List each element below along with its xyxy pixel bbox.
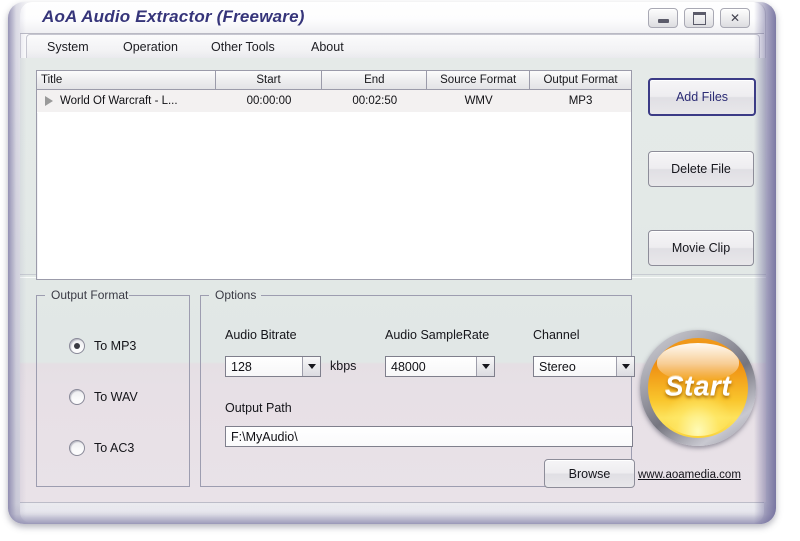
file-list-header: Title Start End Source Format Output For…: [37, 71, 631, 90]
output-path-label: Output Path: [225, 401, 292, 415]
radio-label-mp3: To MP3: [94, 339, 136, 353]
start-button-label: Start: [640, 371, 756, 403]
radio-to-wav[interactable]: To WAV: [69, 389, 138, 405]
file-list[interactable]: Title Start End Source Format Output For…: [36, 70, 632, 280]
browse-button[interactable]: Browse: [544, 459, 635, 488]
output-format-legend: Output Format: [46, 288, 133, 302]
audio-bitrate-select[interactable]: 128: [225, 356, 321, 377]
radio-to-ac3[interactable]: To AC3: [69, 440, 134, 456]
radio-label-ac3: To AC3: [94, 441, 134, 455]
column-header-start[interactable]: Start: [216, 71, 323, 90]
audio-samplerate-label: Audio SampleRate: [385, 328, 489, 342]
minimize-button[interactable]: [648, 8, 678, 28]
cell-title: World Of Warcraft - L...: [60, 95, 178, 107]
channel-select[interactable]: Stereo: [533, 356, 635, 377]
channel-label: Channel: [533, 328, 580, 342]
add-files-button[interactable]: Add Files: [648, 78, 756, 116]
cell-output-format: MP3: [530, 95, 631, 107]
column-header-title[interactable]: Title: [37, 71, 216, 90]
cell-start: 00:00:00: [216, 95, 323, 107]
audio-samplerate-value: 48000: [386, 357, 476, 376]
client-area: Title Start End Source Format Output For…: [20, 58, 766, 502]
table-row[interactable]: World Of Warcraft - L... 00:00:00 00:02:…: [37, 90, 631, 113]
close-icon: ✕: [730, 12, 740, 24]
minimize-icon: [658, 19, 669, 23]
title-bar[interactable]: AoA Audio Extractor (Freeware) ✕: [20, 2, 764, 34]
audio-bitrate-label: Audio Bitrate: [225, 328, 297, 342]
radio-icon-wav: [69, 389, 85, 405]
chevron-down-icon-samplerate[interactable]: [476, 357, 494, 376]
maximize-icon: [693, 12, 706, 25]
menu-item-about[interactable]: About: [305, 38, 350, 56]
audio-samplerate-select[interactable]: 48000: [385, 356, 495, 377]
menu-bar: System Operation Other Tools About: [26, 34, 760, 60]
radio-to-mp3[interactable]: To MP3: [69, 338, 136, 354]
close-button[interactable]: ✕: [720, 8, 750, 28]
radio-icon-mp3: [69, 338, 85, 354]
radio-icon-ac3: [69, 440, 85, 456]
movie-clip-button[interactable]: Movie Clip: [648, 230, 754, 266]
play-marker-icon: [45, 96, 53, 106]
chevron-down-icon-bitrate[interactable]: [302, 357, 320, 376]
column-header-source-format[interactable]: Source Format: [427, 71, 530, 90]
cell-source-format: WMV: [427, 95, 530, 107]
delete-file-button[interactable]: Delete File: [648, 151, 754, 187]
menu-item-system[interactable]: System: [41, 38, 95, 56]
chevron-down-icon-channel[interactable]: [616, 357, 634, 376]
cell-end: 00:02:50: [322, 95, 427, 107]
menu-item-other-tools[interactable]: Other Tools: [205, 38, 281, 56]
status-bar: [20, 502, 764, 523]
column-header-output-format[interactable]: Output Format: [530, 71, 631, 90]
output-format-group: Output Format To MP3 To WAV To AC3: [36, 295, 190, 487]
audio-bitrate-value: 128: [226, 357, 302, 376]
column-header-end[interactable]: End: [322, 71, 427, 90]
window-controls: ✕: [648, 8, 750, 28]
radio-label-wav: To WAV: [94, 390, 138, 404]
website-link[interactable]: www.aoamedia.com: [638, 469, 741, 481]
channel-value: Stereo: [534, 357, 616, 376]
options-legend: Options: [210, 288, 261, 302]
maximize-button[interactable]: [684, 8, 714, 28]
options-group: Options Audio Bitrate Audio SampleRate C…: [200, 295, 632, 487]
bitrate-unit-label: kbps: [330, 359, 356, 373]
output-path-input[interactable]: F:\MyAudio\: [225, 426, 633, 447]
window-title: AoA Audio Extractor (Freeware): [42, 7, 305, 27]
menu-item-operation[interactable]: Operation: [117, 38, 184, 56]
start-button[interactable]: Start: [640, 330, 756, 446]
app-window-screen: AoA Audio Extractor (Freeware) ✕ System …: [0, 0, 800, 541]
